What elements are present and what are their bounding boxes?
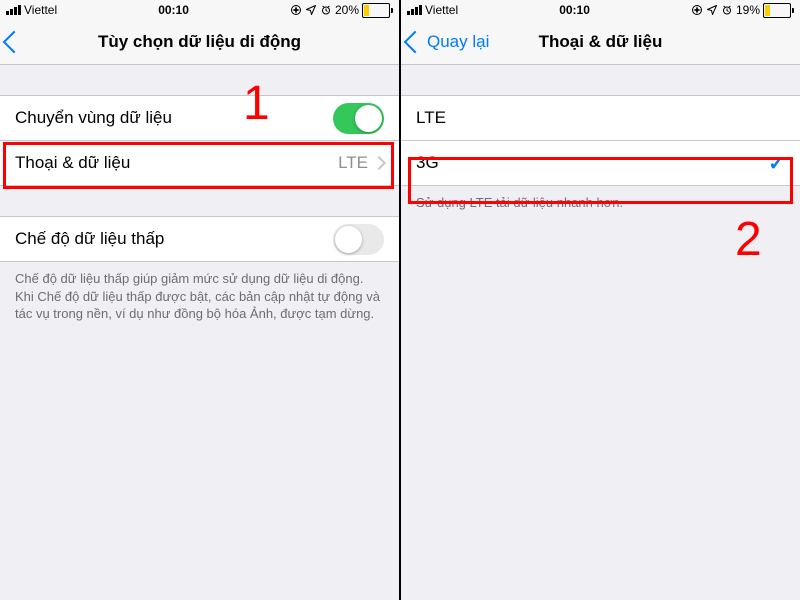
nav-bar: Quay lại Thoại & dữ liệu bbox=[401, 20, 800, 65]
back-button[interactable]: Quay lại bbox=[401, 32, 489, 52]
row-label: Chế độ dữ liệu thấp bbox=[15, 229, 333, 249]
checkmark-icon: ✓ bbox=[768, 151, 785, 176]
screenshot-left: Viettel 00:10 20% Tùy chọn dữ liệu di độ… bbox=[0, 0, 401, 600]
chevron-right-icon bbox=[372, 156, 386, 170]
row-voice-data[interactable]: Thoại & dữ liệu LTE bbox=[0, 141, 399, 186]
toggle-roaming[interactable] bbox=[333, 103, 384, 134]
toggle-low-data[interactable] bbox=[333, 224, 384, 255]
footer-note: Chế độ dữ liệu thấp giúp giảm mức sử dụn… bbox=[0, 262, 399, 323]
row-low-data-mode[interactable]: Chế độ dữ liệu thấp bbox=[0, 216, 399, 262]
battery-icon bbox=[763, 3, 794, 18]
row-data-roaming[interactable]: Chuyển vùng dữ liệu bbox=[0, 95, 399, 141]
option-3g[interactable]: 3G ✓ bbox=[401, 141, 800, 186]
signal-icon bbox=[407, 5, 422, 15]
row-label: Thoại & dữ liệu bbox=[15, 153, 338, 173]
carrier-label: Viettel bbox=[425, 3, 458, 17]
row-label: Chuyển vùng dữ liệu bbox=[15, 108, 333, 128]
status-bar: Viettel 00:10 20% bbox=[0, 0, 399, 20]
back-button[interactable] bbox=[0, 34, 26, 50]
clock: 00:10 bbox=[158, 3, 189, 17]
page-title: Tùy chọn dữ liệu di động bbox=[0, 32, 399, 52]
row-value: LTE bbox=[338, 153, 368, 173]
back-label: Quay lại bbox=[427, 32, 489, 52]
carrier-label: Viettel bbox=[24, 3, 57, 17]
option-label: 3G bbox=[416, 153, 768, 173]
option-label: LTE bbox=[416, 108, 785, 128]
option-lte[interactable]: LTE bbox=[401, 95, 800, 141]
chevron-left-icon bbox=[3, 31, 26, 54]
status-bar: Viettel 00:10 19% bbox=[401, 0, 800, 20]
alarm-icon bbox=[721, 4, 733, 16]
battery-pct: 20% bbox=[335, 3, 359, 17]
battery-icon bbox=[362, 3, 393, 18]
location-icon bbox=[706, 4, 718, 16]
signal-icon bbox=[6, 5, 21, 15]
battery-pct: 19% bbox=[736, 3, 760, 17]
clock: 00:10 bbox=[559, 3, 590, 17]
nav-bar: Tùy chọn dữ liệu di động bbox=[0, 20, 399, 65]
compass-icon bbox=[691, 4, 703, 16]
screenshot-right: Viettel 00:10 19% Quay lại Thoại & dữ li… bbox=[401, 0, 800, 600]
compass-icon bbox=[290, 4, 302, 16]
footer-note: Sử dụng LTE tải dữ liệu nhanh hơn. bbox=[401, 186, 800, 212]
chevron-left-icon bbox=[404, 31, 427, 54]
alarm-icon bbox=[320, 4, 332, 16]
location-icon bbox=[305, 4, 317, 16]
